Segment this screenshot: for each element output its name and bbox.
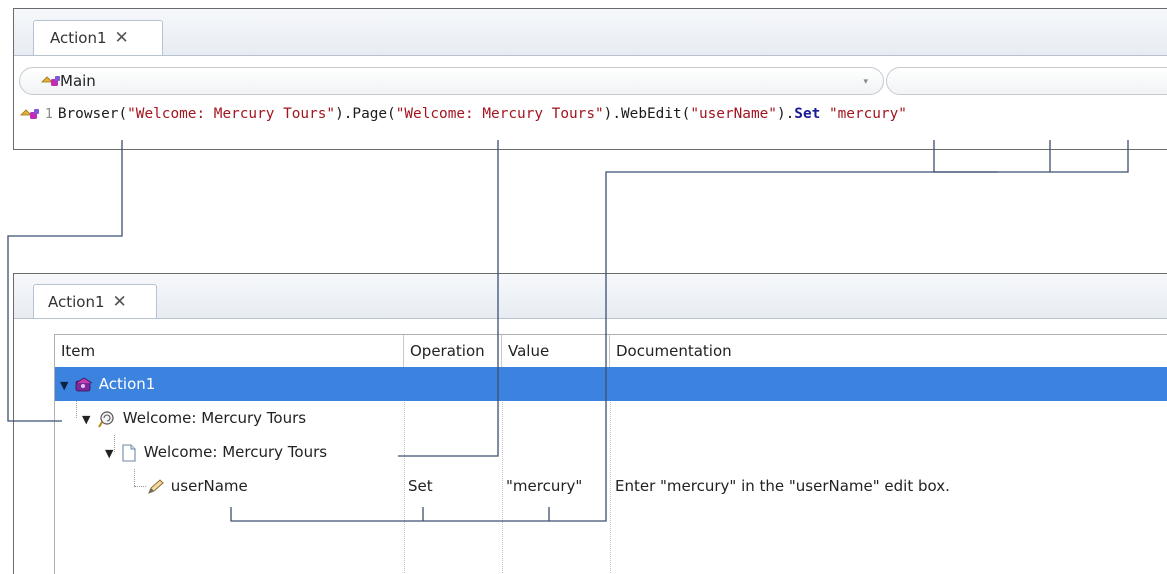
expand-triangle-icon[interactable]: ▼ — [82, 403, 96, 437]
chevron-down-icon[interactable]: ▾ — [863, 77, 868, 87]
code-browser-fn: Browser( — [57, 106, 128, 122]
toolbar: Main ▾ — [14, 56, 1167, 100]
line-number: 1 — [45, 106, 53, 122]
tab-action1[interactable]: Action1 ✕ — [33, 20, 163, 55]
column-header-item[interactable]: Item — [55, 335, 404, 367]
code-value: "mercury" — [828, 106, 907, 122]
expand-triangle-icon[interactable]: ▼ — [60, 369, 74, 403]
tree-row-browser[interactable]: ▼ Welcome: Mercury Tours — [55, 401, 1167, 435]
code-webedit-arg: "userName" — [690, 106, 777, 122]
browser-icon — [98, 410, 114, 428]
tree-row-page[interactable]: ▼ Welcome: Mercury Tours — [55, 435, 1167, 469]
column-header-operation[interactable]: Operation — [404, 335, 502, 367]
combo-label: Main — [60, 72, 96, 90]
tree-item-label: Welcome: Mercury Tours — [122, 409, 307, 427]
code-dot: ). — [776, 106, 795, 122]
tab-action1[interactable]: Action1 ✕ — [33, 284, 157, 318]
code-method: Set — [794, 106, 821, 122]
page-icon — [122, 443, 136, 462]
close-icon[interactable]: ✕ — [115, 28, 129, 48]
operation-cell[interactable]: Set — [408, 469, 433, 503]
action-icon — [75, 377, 93, 391]
tree-item-label: Welcome: Mercury Tours — [143, 443, 328, 461]
function-icon — [41, 76, 60, 86]
function-icon — [20, 109, 39, 119]
action-selector-combo[interactable]: Main ▾ — [19, 67, 884, 95]
tree-item-label: Action1 — [98, 375, 156, 393]
keyword-view-panel: Action1 ✕ Item Operation Value Documenta… — [13, 273, 1167, 574]
column-header-value[interactable]: Value — [502, 335, 610, 367]
pencil-icon — [148, 478, 164, 494]
code-webedit-fn: ).WebEdit( — [603, 106, 691, 122]
expand-triangle-icon[interactable]: ▼ — [105, 437, 119, 471]
code-page-arg: "Welcome: Mercury Tours" — [395, 106, 604, 122]
tree-item-label: userName — [170, 477, 248, 495]
tab-label: Action1 — [50, 29, 107, 47]
code-page-fn: ).Page( — [335, 106, 396, 122]
expert-view-panel: Action1 ✕ Main ▾ 1 Browser("Welcome: Mer… — [13, 8, 1167, 150]
column-header-documentation[interactable]: Documentation — [610, 335, 1167, 367]
search-combo[interactable] — [886, 67, 1167, 95]
code-browser-arg: "Welcome: Mercury Tours" — [127, 106, 336, 122]
grid-header: Item Operation Value Documentation — [55, 335, 1167, 368]
tree-row-action1[interactable]: ▼ Action1 — [55, 367, 1167, 401]
tree-row-username[interactable]: userName Set "mercury" Enter "mercury" i… — [55, 469, 1167, 503]
tab-bar: Action1 ✕ — [14, 274, 1167, 319]
tab-bar: Action1 ✕ — [14, 9, 1167, 56]
keyword-grid: Item Operation Value Documentation ▼ Act… — [54, 334, 1167, 574]
value-cell[interactable]: "mercury" — [506, 469, 582, 503]
close-icon[interactable]: ✕ — [113, 292, 127, 312]
tab-label: Action1 — [48, 292, 105, 311]
documentation-cell: Enter "mercury" in the "userName" edit b… — [615, 477, 950, 495]
code-line[interactable]: 1 Browser("Welcome: Mercury Tours").Page… — [14, 101, 1167, 127]
